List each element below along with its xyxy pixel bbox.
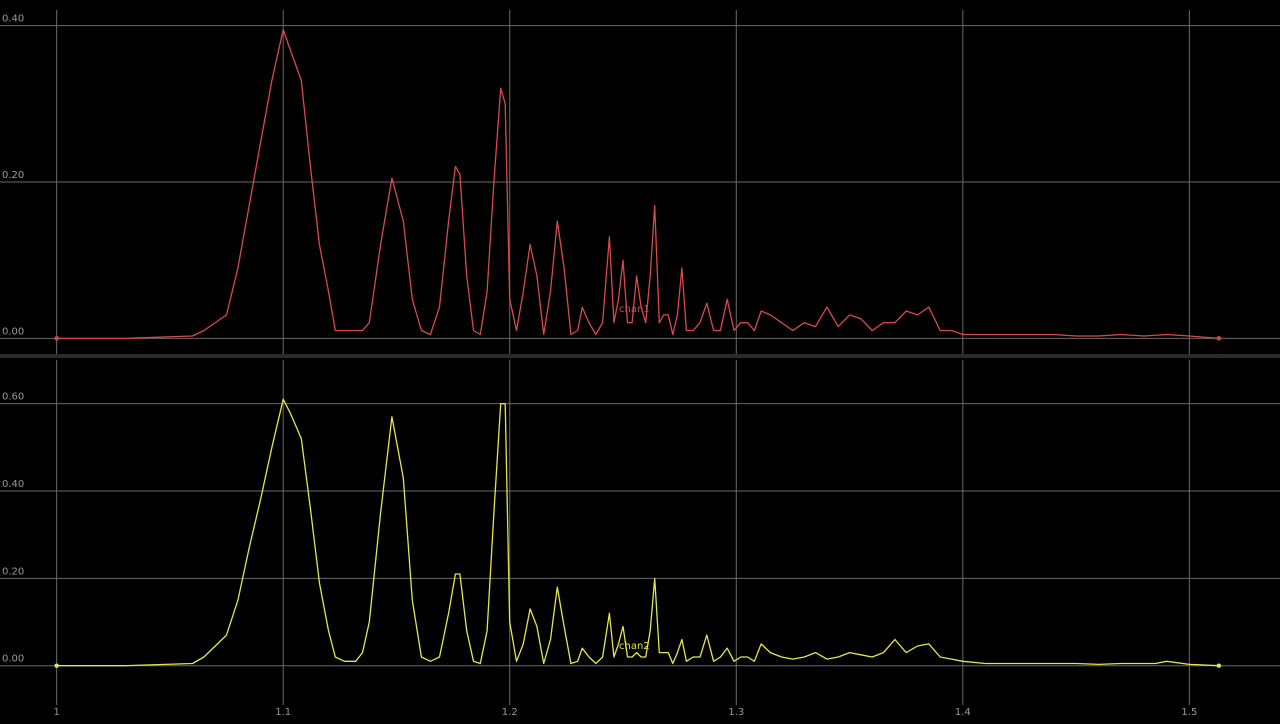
y-tick-label: 0.20 [2,170,24,181]
series-start-point [54,663,59,668]
chart-root: 0.00 0.20 0.40 chan1 0.00 0.20 0.40 0.60 chan2 1 1… [0,0,1280,720]
x-tick-label: 1 [53,707,59,718]
y-tick-label: 0.00 [2,654,24,665]
y-tick-label: 0.40 [2,14,24,25]
dual-channel-chart: 0.00 0.20 0.40 chan1 0.00 0.20 0.40 0.60 chan2 1 1… [0,0,1280,720]
series-label: chan2 [619,641,650,652]
series-start-point [54,336,59,341]
y-tick-label: 0.40 [2,479,24,490]
chart-background [0,0,1280,720]
x-tick-label: 1.2 [502,707,518,718]
y-tick-label: 0.60 [2,392,24,403]
series-end-point [1216,663,1222,668]
panel-divider [0,354,1280,358]
series-label: chan1 [619,304,650,315]
x-tick-label: 1.1 [275,707,291,718]
x-tick-label: 1.5 [1181,707,1197,718]
series-end-point [1216,336,1222,341]
y-tick-label: 0.20 [2,566,24,577]
x-tick-label: 1.4 [955,707,971,718]
y-tick-label: 0.00 [2,326,24,337]
x-tick-label: 1.3 [728,707,744,718]
